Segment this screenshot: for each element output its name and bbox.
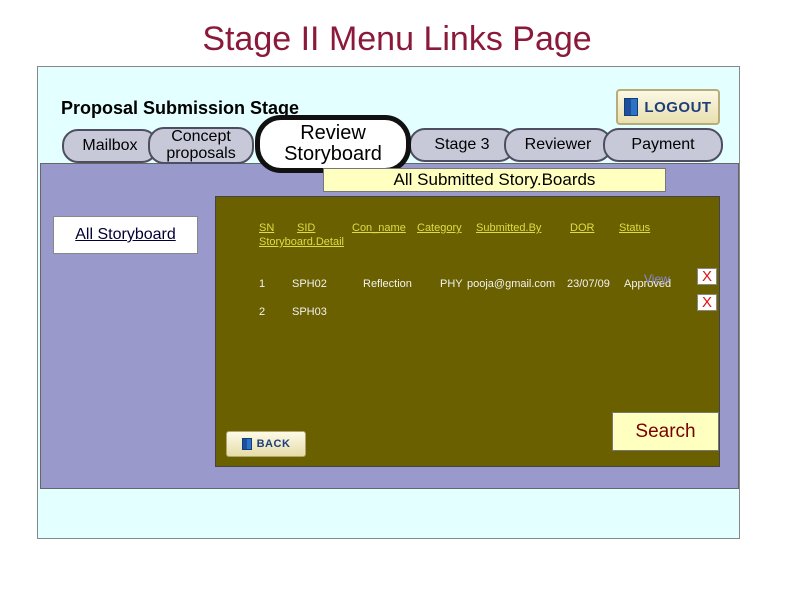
row1-category: PHY (440, 278, 463, 290)
section-title: All Submitted Story.Boards (323, 168, 666, 192)
row2-sn: 2 (259, 306, 266, 318)
row1-delete-icon: X (701, 268, 712, 285)
tab-concept-label-line2: proposals (166, 144, 236, 162)
header-dor[interactable]: DOR (570, 222, 594, 234)
row2-delete-icon: X (701, 294, 712, 311)
logout-button[interactable]: LOGOUT (616, 89, 720, 125)
tab-review-label-line1: Review (300, 122, 366, 144)
tab-review-label-line2: Storyboard (284, 143, 382, 165)
row2-sid: SPH03 (292, 306, 327, 318)
row1-sid: SPH02 (292, 278, 327, 290)
back-icon (241, 438, 252, 450)
header-status[interactable]: Status (619, 222, 650, 234)
header-con-name[interactable]: Con_name (352, 222, 406, 234)
row1-submitted-by: pooja@gmail.com (467, 278, 556, 290)
tab-concept-label-line1: Concept (171, 127, 231, 145)
tab-payment-label: Payment (631, 135, 695, 153)
search-button[interactable]: Search (612, 412, 719, 451)
back-label: BACK (256, 438, 291, 450)
row1-delete-button[interactable]: X (697, 268, 717, 285)
row1-con-name: Reflection (363, 278, 412, 290)
header-submitted-by[interactable]: Submitted.By (476, 222, 541, 234)
header-sid[interactable]: SID (297, 222, 315, 234)
tab-reviewer-label: Reviewer (524, 135, 592, 153)
header-storyboard-detail[interactable]: Storyboard.Detail (259, 236, 344, 248)
stage-label: Proposal Submission Stage (61, 98, 300, 118)
page-title: Stage II Menu Links Page (202, 20, 592, 58)
tab-payment[interactable]: Payment (603, 128, 723, 162)
row2-delete-button[interactable]: X (697, 294, 717, 311)
logout-label: LOGOUT (644, 98, 712, 116)
back-button[interactable]: BACK (226, 431, 306, 457)
header-category[interactable]: Category (417, 222, 462, 234)
tab-stage3-label: Stage 3 (434, 135, 490, 153)
row1-sn: 1 (259, 278, 266, 290)
tab-stage-3[interactable]: Stage 3 (409, 128, 515, 162)
tab-concept-proposals[interactable]: Concept proposals (148, 127, 254, 164)
search-label: Search (635, 420, 696, 442)
tab-reviewer[interactable]: Reviewer (504, 128, 612, 162)
header-sn[interactable]: SN (259, 222, 274, 234)
row1-dor: 23/07/09 (567, 278, 610, 290)
tab-review-storyboard[interactable]: Review Storyboard (255, 115, 411, 173)
tab-mailbox-label: Mailbox (82, 136, 138, 154)
all-storyboard-button[interactable]: All Storyboard (53, 216, 198, 254)
all-storyboard-label: All Storyboard (75, 226, 176, 243)
logout-icon (624, 98, 639, 116)
row1-view-link[interactable]: View (644, 272, 670, 286)
tab-mailbox[interactable]: Mailbox (62, 129, 158, 163)
